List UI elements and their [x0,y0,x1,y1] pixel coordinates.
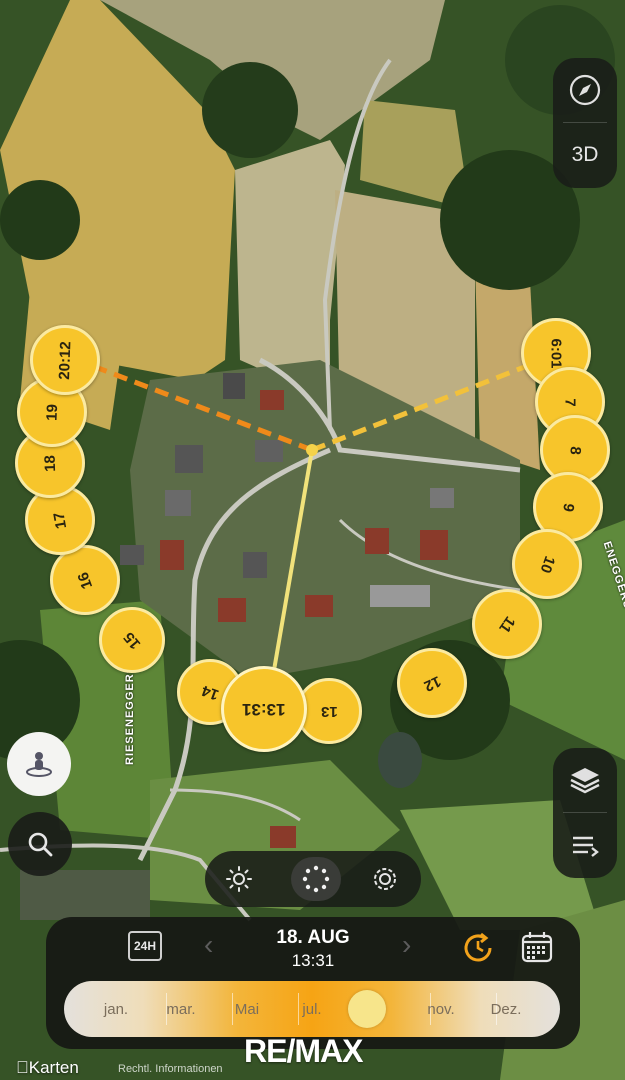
compass-icon [569,74,601,106]
sun-marker-label: 15 [120,628,144,652]
settings-button[interactable] [363,857,407,901]
clock-reset-icon [464,932,492,962]
month-label: nov. [427,1001,455,1018]
hour-sun-marker: 11 [472,589,542,659]
sun-marker-label: 20:12 [55,340,75,380]
sun-marker-label: 11 [495,612,519,636]
hour-sun-marker: 15 [99,607,165,673]
legal-link[interactable]: Rechtl. Informationen [118,1063,223,1075]
month-label: mar. [166,1001,196,1018]
sun-marker-label: 13 [320,702,338,720]
hour-sun-marker: 16 [50,545,120,615]
sun-marker-label: 17 [50,510,70,530]
brand-logo: RE/MAX [244,1033,363,1069]
sun-marker-label: 12 [420,671,444,695]
sun-marker-label: 18 [41,454,59,472]
divider [298,993,299,1025]
selected-date: 18. AUG [276,927,350,948]
mode-selector [205,851,421,907]
selected-time: 13:31 [291,951,335,970]
list-icon [573,836,599,857]
sun-marker-label: 8 [566,445,584,455]
sun-path-mode-button[interactable] [291,857,341,901]
hour-sun-marker: 10 [512,529,582,599]
month-slider[interactable]: jan. mar. Mai jul. nov. Dez. [64,981,560,1037]
sun-marker-label: 16 [74,569,96,591]
calendar-icon [521,932,553,963]
date-time-panel: 24H ‹ 18. AUG 13:31 › jan. mar. Mai jul.… [46,917,580,1049]
current-sun-marker[interactable]: 13:31 [221,666,307,752]
month-slider-thumb[interactable] [348,990,386,1028]
divider [232,993,233,1025]
gear-icon [374,868,396,890]
sun-icon [226,866,252,892]
three-d-label: 3D [571,143,599,166]
layers-icon [570,768,600,794]
maps-app-label: Karten [16,1058,79,1077]
my-location-button[interactable] [7,732,71,796]
sun-marker-label: 19 [43,403,61,421]
sun-marker-label: 7 [561,397,579,407]
month-label: Dez. [490,1001,522,1018]
compass-button[interactable] [553,58,617,122]
next-day-chevron-icon[interactable]: › [402,929,411,961]
sun-marker-label: 13:31 [242,700,286,719]
sunset-marker: 20:12 [30,325,100,395]
month-label: jan. [103,1001,129,1018]
list-button[interactable] [553,813,617,877]
three-d-button[interactable]: 3D [553,123,617,187]
sun-path-icon [302,865,330,893]
sun-marker-label: 6:01 [547,337,565,369]
layers-button[interactable] [553,748,617,812]
hour-sun-marker: 12 [397,648,467,718]
reset-time-button[interactable] [460,930,496,966]
sun-mode-button[interactable] [217,857,261,901]
map-controls-top: 3D [553,58,617,188]
calendar-button[interactable] [520,930,554,964]
map-controls-bottom [553,748,617,878]
search-button[interactable] [8,812,72,876]
search-icon [28,832,53,857]
person-location-icon [26,752,52,777]
month-label: Mai [234,1001,260,1018]
month-label: jul. [302,1001,322,1018]
sun-marker-label: 14 [199,681,221,703]
sun-marker-label: 10 [536,553,558,575]
maps-attribution[interactable]: Karten [16,1058,79,1078]
sun-marker-label: 9 [558,501,578,513]
